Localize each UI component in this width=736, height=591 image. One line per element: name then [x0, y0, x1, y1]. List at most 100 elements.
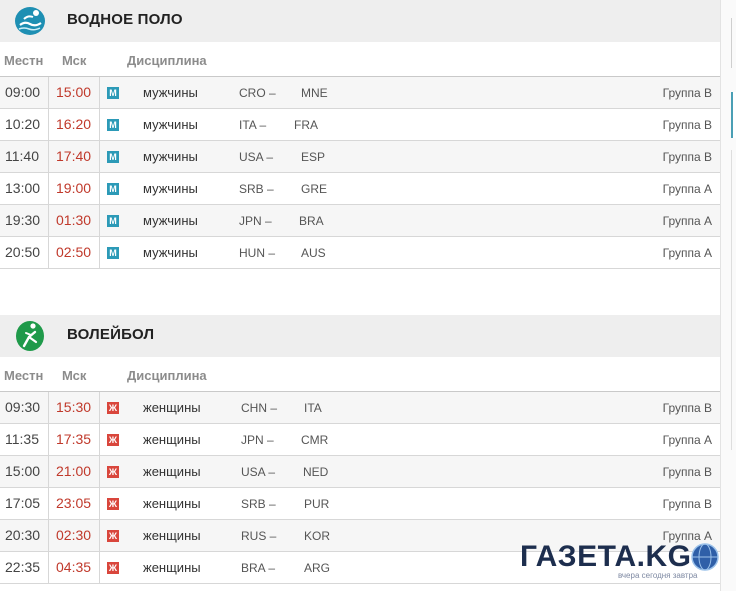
team-home: SRB –: [241, 497, 276, 511]
side-panel-edge: [720, 0, 736, 591]
match-row[interactable]: 09:30 15:30 Ж женщины CHN – ITA Группа B: [0, 392, 720, 424]
men-badge: М: [107, 87, 119, 99]
local-time: 09:00: [0, 77, 49, 108]
globe-icon: [691, 543, 719, 571]
gender-label: женщины: [143, 528, 201, 543]
moscow-time: 15:30: [50, 392, 100, 423]
match-row[interactable]: 09:00 15:00 М мужчины CRO – MNE Группа B: [0, 77, 720, 109]
column-header: Местн Мск Дисциплина: [0, 357, 720, 392]
sport-header: ВОЛЕЙБОЛ: [0, 315, 720, 357]
men-badge: М: [107, 215, 119, 227]
team-home: JPN –: [239, 214, 272, 228]
local-time: 20:50: [0, 237, 49, 268]
match-row[interactable]: 19:30 01:30 М мужчины JPN – BRA Группа А: [0, 205, 720, 237]
column-moscow-time: Мск: [62, 368, 87, 383]
women-badge: Ж: [107, 434, 119, 446]
match-row[interactable]: 17:05 23:05 Ж женщины SRB – PUR Группа B: [0, 488, 720, 520]
local-time: 11:40: [0, 141, 49, 172]
side-divider: [731, 18, 732, 68]
team-home: JPN –: [241, 433, 274, 447]
sport-title: ВОДНОЕ ПОЛО: [67, 11, 183, 28]
team-away: AUS: [301, 246, 326, 260]
sport-header: ВОДНОЕ ПОЛО: [0, 0, 720, 42]
group-label: Группа А: [662, 433, 712, 447]
moscow-time: 17:35: [50, 424, 100, 455]
gender-label: женщины: [143, 464, 201, 479]
team-home: USA –: [241, 465, 276, 479]
team-away: FRA: [294, 118, 318, 132]
local-time: 10:20: [0, 109, 49, 140]
team-away: GRE: [301, 182, 328, 196]
local-time: 17:05: [0, 488, 49, 519]
schedule-page: ВОДНОЕ ПОЛО Местн Мск Дисциплина 09:00 1…: [0, 0, 736, 591]
moscow-time: 17:40: [50, 141, 100, 172]
moscow-time: 04:35: [50, 552, 100, 583]
team-home: RUS –: [241, 529, 277, 543]
men-badge: М: [107, 183, 119, 195]
match-row[interactable]: 20:50 02:50 М мужчины HUN – AUS Группа А: [0, 237, 720, 269]
match-row[interactable]: 10:20 16:20 М мужчины ITA – FRA Группа B: [0, 109, 720, 141]
watermark-tagline: вчера сегодня завтра: [618, 571, 698, 580]
moscow-time: 21:00: [50, 456, 100, 487]
local-time: 11:35: [0, 424, 49, 455]
moscow-time: 15:00: [50, 77, 100, 108]
moscow-time: 23:05: [50, 488, 100, 519]
women-badge: Ж: [107, 562, 119, 574]
team-home: CHN –: [241, 401, 278, 415]
group-label: Группа B: [662, 86, 712, 100]
water-polo-icon: [15, 7, 45, 35]
gender-label: мужчины: [143, 85, 198, 100]
group-label: Группа А: [662, 182, 712, 196]
team-away: NED: [303, 465, 329, 479]
team-away: CMR: [301, 433, 329, 447]
moscow-time: 16:20: [50, 109, 100, 140]
women-badge: Ж: [107, 498, 119, 510]
group-label: Группа B: [662, 465, 712, 479]
moscow-time: 01:30: [50, 205, 100, 236]
local-time: 19:30: [0, 205, 49, 236]
gender-label: мужчины: [143, 245, 198, 260]
match-row[interactable]: 13:00 19:00 М мужчины SRB – GRE Группа А: [0, 173, 720, 205]
team-away: ARG: [304, 561, 331, 575]
volleyball-icon: [16, 321, 44, 351]
women-badge: Ж: [107, 402, 119, 414]
local-time: 15:00: [0, 456, 49, 487]
column-local-time: Местн: [4, 53, 44, 68]
team-away: KOR: [304, 529, 331, 543]
local-time: 20:30: [0, 520, 49, 551]
gender-label: мужчины: [143, 117, 198, 132]
gender-label: мужчины: [143, 213, 198, 228]
group-label: Группа B: [662, 497, 712, 511]
gender-label: женщины: [143, 400, 201, 415]
team-away: MNE: [301, 86, 328, 100]
team-away: PUR: [304, 497, 330, 511]
team-away: ESP: [301, 150, 326, 164]
team-home: CRO –: [239, 86, 276, 100]
match-row[interactable]: 11:40 17:40 М мужчины USA – ESP Группа B: [0, 141, 720, 173]
gender-label: женщины: [143, 496, 201, 511]
team-home: SRB –: [239, 182, 274, 196]
gender-label: женщины: [143, 432, 201, 447]
sport-title: ВОЛЕЙБОЛ: [67, 326, 155, 343]
gender-label: мужчины: [143, 149, 198, 164]
local-time: 22:35: [0, 552, 49, 583]
water-polo-section: ВОДНОЕ ПОЛО Местн Мск Дисциплина 09:00 1…: [0, 0, 720, 269]
match-list: 09:00 15:00 М мужчины CRO – MNE Группа B…: [0, 77, 720, 269]
side-divider: [731, 150, 732, 450]
watermark-logo: ГАЗЕТА.KG вчера сегодня завтра: [518, 536, 728, 586]
gender-label: женщины: [143, 560, 201, 575]
women-badge: Ж: [107, 466, 119, 478]
side-active-marker: [731, 92, 736, 138]
men-badge: М: [107, 151, 119, 163]
team-away: BRA: [299, 214, 324, 228]
column-discipline: Дисциплина: [127, 53, 207, 68]
group-label: Группа B: [662, 401, 712, 415]
column-local-time: Местн: [4, 368, 44, 383]
match-row[interactable]: 15:00 21:00 Ж женщины USA – NED Группа B: [0, 456, 720, 488]
moscow-time: 19:00: [50, 173, 100, 204]
column-discipline: Дисциплина: [127, 368, 207, 383]
moscow-time: 02:50: [50, 237, 100, 268]
local-time: 13:00: [0, 173, 49, 204]
match-row[interactable]: 11:35 17:35 Ж женщины JPN – CMR Группа А: [0, 424, 720, 456]
men-badge: М: [107, 247, 119, 259]
